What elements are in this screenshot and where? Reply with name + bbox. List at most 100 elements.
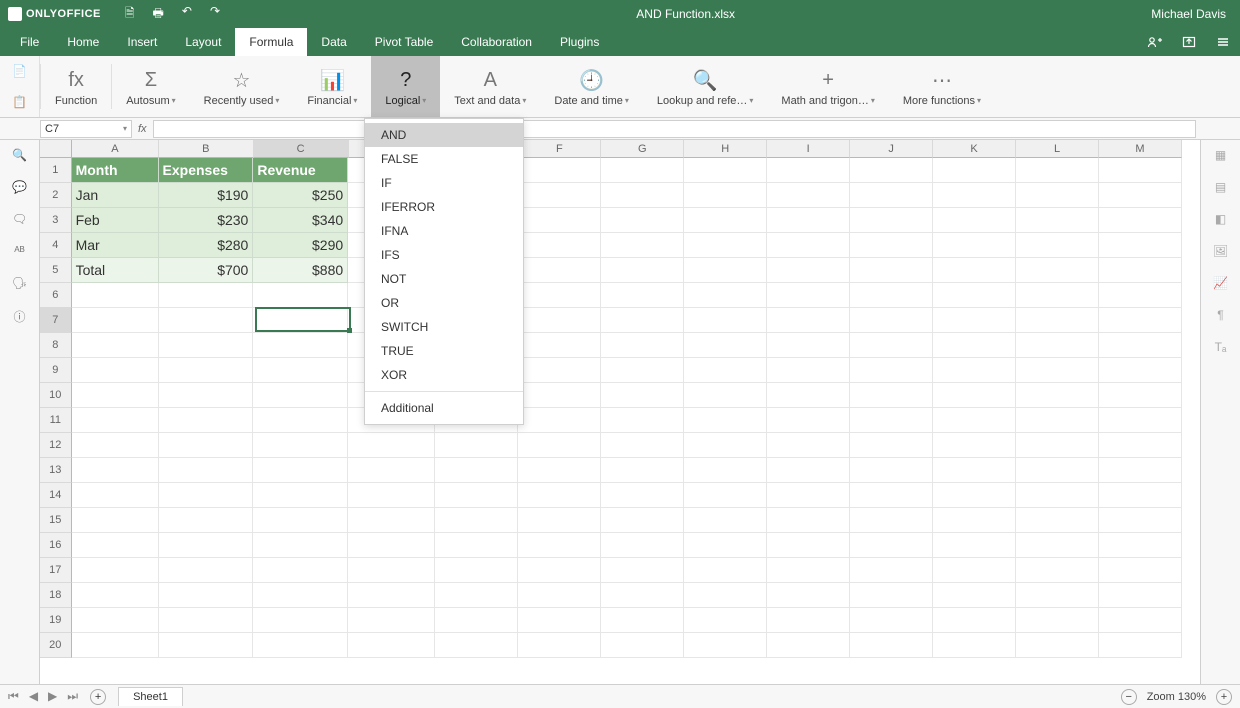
menu-data[interactable]: Data <box>307 28 360 56</box>
cell[interactable] <box>933 633 1016 658</box>
cell[interactable] <box>684 533 767 558</box>
cell[interactable] <box>767 458 850 483</box>
cell[interactable] <box>601 633 684 658</box>
cell[interactable] <box>72 533 159 558</box>
cell[interactable] <box>159 308 254 333</box>
cell[interactable] <box>1099 408 1182 433</box>
cell[interactable] <box>601 208 684 233</box>
cell[interactable] <box>72 608 159 633</box>
cell[interactable] <box>850 158 933 183</box>
settings-icon[interactable] <box>1206 28 1240 56</box>
cell[interactable] <box>850 558 933 583</box>
col-header-I[interactable]: I <box>767 140 850 158</box>
cell[interactable] <box>1099 458 1182 483</box>
cell[interactable] <box>1016 583 1099 608</box>
col-header-C[interactable]: C <box>254 140 349 158</box>
cell[interactable] <box>518 508 601 533</box>
cell[interactable] <box>435 633 518 658</box>
cell[interactable] <box>933 483 1016 508</box>
row-header[interactable]: 11 <box>40 408 72 433</box>
cell[interactable] <box>933 333 1016 358</box>
col-header-B[interactable]: B <box>159 140 254 158</box>
row-header[interactable]: 17 <box>40 558 72 583</box>
cell[interactable]: Mar <box>72 233 159 258</box>
cell[interactable] <box>933 533 1016 558</box>
prev-sheet-icon[interactable]: ◀ <box>29 689 38 704</box>
cell[interactable] <box>850 633 933 658</box>
undo-icon[interactable]: ↶ <box>182 4 192 25</box>
cell[interactable] <box>1099 308 1182 333</box>
cell[interactable] <box>72 633 159 658</box>
print-icon[interactable]: 🖶 <box>153 4 164 25</box>
cell[interactable] <box>518 458 601 483</box>
cell[interactable] <box>518 558 601 583</box>
cell[interactable] <box>72 458 159 483</box>
cell[interactable] <box>1099 233 1182 258</box>
spellcheck-icon[interactable]: ᴬᴮ <box>14 244 24 258</box>
ribbon-date-and-time[interactable]: 🕘Date and time▾ <box>540 56 643 117</box>
cell[interactable] <box>767 233 850 258</box>
cell[interactable] <box>518 383 601 408</box>
cell[interactable] <box>933 358 1016 383</box>
chevron-down-icon[interactable]: ▾ <box>123 124 127 133</box>
cell[interactable] <box>767 508 850 533</box>
cell[interactable] <box>850 508 933 533</box>
zoom-out-button[interactable]: − <box>1121 689 1137 705</box>
cell[interactable] <box>72 358 159 383</box>
cell[interactable]: $340 <box>253 208 348 233</box>
cell[interactable] <box>933 158 1016 183</box>
cell[interactable] <box>159 283 254 308</box>
menu-layout[interactable]: Layout <box>171 28 235 56</box>
cell[interactable] <box>1016 558 1099 583</box>
cell[interactable] <box>684 383 767 408</box>
dropdown-item-true[interactable]: TRUE <box>365 339 523 363</box>
row-header[interactable]: 19 <box>40 608 72 633</box>
cell[interactable] <box>601 483 684 508</box>
cell[interactable] <box>601 233 684 258</box>
cell[interactable] <box>1099 333 1182 358</box>
row-header[interactable]: 9 <box>40 358 72 383</box>
cell-settings-icon[interactable]: ▦ <box>1215 148 1226 162</box>
cell[interactable] <box>348 533 435 558</box>
cell[interactable] <box>1016 633 1099 658</box>
cell[interactable] <box>1099 533 1182 558</box>
dropdown-item-not[interactable]: NOT <box>365 267 523 291</box>
cell[interactable] <box>159 333 254 358</box>
cell[interactable] <box>518 333 601 358</box>
cell[interactable] <box>601 608 684 633</box>
cell[interactable] <box>253 358 348 383</box>
cell[interactable] <box>72 308 159 333</box>
cell[interactable] <box>518 208 601 233</box>
cell[interactable]: Total <box>72 258 159 283</box>
cell[interactable] <box>1016 483 1099 508</box>
cell[interactable] <box>1016 308 1099 333</box>
cell[interactable] <box>518 358 601 383</box>
cell[interactable]: $700 <box>159 258 254 283</box>
cell[interactable] <box>435 483 518 508</box>
cell[interactable] <box>684 258 767 283</box>
cell[interactable] <box>1099 483 1182 508</box>
cell[interactable] <box>1099 283 1182 308</box>
row-header[interactable]: 14 <box>40 483 72 508</box>
cell[interactable] <box>850 533 933 558</box>
cell[interactable] <box>767 208 850 233</box>
cell[interactable] <box>518 583 601 608</box>
cell[interactable] <box>601 583 684 608</box>
cell[interactable]: $230 <box>159 208 254 233</box>
cell[interactable] <box>1016 158 1099 183</box>
cell[interactable] <box>601 258 684 283</box>
menu-pivot-table[interactable]: Pivot Table <box>361 28 447 56</box>
cell[interactable] <box>684 233 767 258</box>
cell[interactable] <box>1099 258 1182 283</box>
row-header[interactable]: 13 <box>40 458 72 483</box>
ribbon-more-functions[interactable]: ⋯More functions▾ <box>889 56 995 117</box>
cell[interactable] <box>1099 508 1182 533</box>
ribbon-recently-used[interactable]: ☆Recently used▾ <box>190 56 294 117</box>
menu-file[interactable]: File <box>6 28 53 56</box>
cell[interactable] <box>601 358 684 383</box>
cell[interactable] <box>850 583 933 608</box>
cell[interactable] <box>684 283 767 308</box>
cell[interactable]: Revenue <box>253 158 348 183</box>
row-header[interactable]: 2 <box>40 183 72 208</box>
cell[interactable] <box>933 558 1016 583</box>
